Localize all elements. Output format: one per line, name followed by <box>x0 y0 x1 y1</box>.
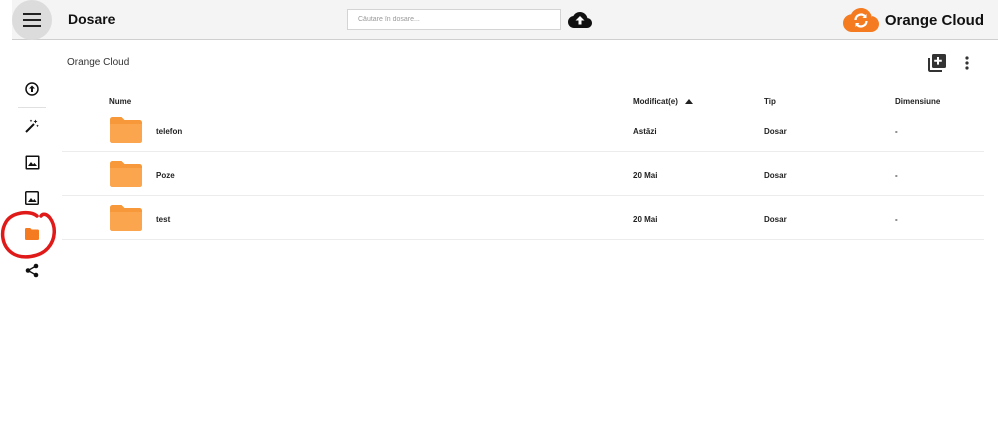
file-size: - <box>895 215 898 224</box>
folder-icon <box>25 228 39 240</box>
file-table: Nume Modificat(e) Tip Dimensiune telefon… <box>62 94 984 240</box>
magic-wand-icon <box>25 119 39 133</box>
file-modified: 20 Mai <box>633 215 658 224</box>
hamburger-icon <box>23 13 41 27</box>
more-options-button[interactable] <box>958 52 976 74</box>
image-icon <box>25 191 39 205</box>
column-header-size[interactable]: Dimensiune <box>895 97 940 106</box>
sidebar-divider <box>18 107 46 108</box>
share-icon <box>25 263 39 277</box>
file-modified: 20 Mai <box>633 171 658 180</box>
table-header: Nume Modificat(e) Tip Dimensiune <box>62 94 984 108</box>
cloud-upload-icon <box>568 12 592 28</box>
file-name[interactable]: Poze <box>156 171 175 180</box>
search-input[interactable] <box>347 9 561 30</box>
upload-button[interactable] <box>567 8 593 32</box>
top-bar: Dosare Orange Cloud <box>12 0 998 40</box>
folder-icon <box>110 205 142 231</box>
file-name[interactable]: telefon <box>156 127 182 136</box>
table-row[interactable]: telefon Astăzi Dosar - <box>62 108 984 152</box>
breadcrumb[interactable]: Orange Cloud <box>67 57 129 68</box>
file-type: Dosar <box>764 171 787 180</box>
column-header-modified-label: Modificat(e) <box>633 97 678 106</box>
sort-ascending-icon <box>684 99 693 105</box>
file-type: Dosar <box>764 215 787 224</box>
sidebar-item-folders[interactable] <box>18 220 46 248</box>
brand-name: Orange Cloud <box>884 11 984 29</box>
file-type: Dosar <box>764 127 787 136</box>
file-size: - <box>895 171 898 180</box>
column-header-type[interactable]: Tip <box>764 97 776 106</box>
arrow-up-circle-icon <box>25 82 39 96</box>
sidebar-item-upload[interactable] <box>18 75 46 103</box>
menu-button[interactable] <box>12 0 52 40</box>
column-header-modified[interactable]: Modificat(e) <box>633 97 693 106</box>
table-row[interactable]: Poze 20 Mai Dosar - <box>62 152 984 196</box>
brand-logo[interactable]: Orange Cloud <box>842 6 984 34</box>
sidebar-item-images[interactable] <box>18 184 46 212</box>
folder-icon <box>110 161 142 187</box>
more-vert-icon <box>965 56 969 70</box>
table-row[interactable]: test 20 Mai Dosar - <box>62 196 984 240</box>
sidebar-item-photos[interactable] <box>18 148 46 176</box>
column-header-name[interactable]: Nume <box>109 97 131 106</box>
file-modified: Astăzi <box>633 127 657 136</box>
folder-icon <box>110 117 142 143</box>
photo-library-icon <box>25 155 39 169</box>
sidebar-item-shared[interactable] <box>18 256 46 284</box>
sidebar-item-magic[interactable] <box>18 112 46 140</box>
file-name[interactable]: test <box>156 215 170 224</box>
add-to-library-icon <box>928 54 946 72</box>
new-folder-button[interactable] <box>926 52 948 74</box>
page-title: Dosare <box>68 11 116 27</box>
file-size: - <box>895 127 898 136</box>
orange-cloud-logo-icon <box>842 8 879 32</box>
